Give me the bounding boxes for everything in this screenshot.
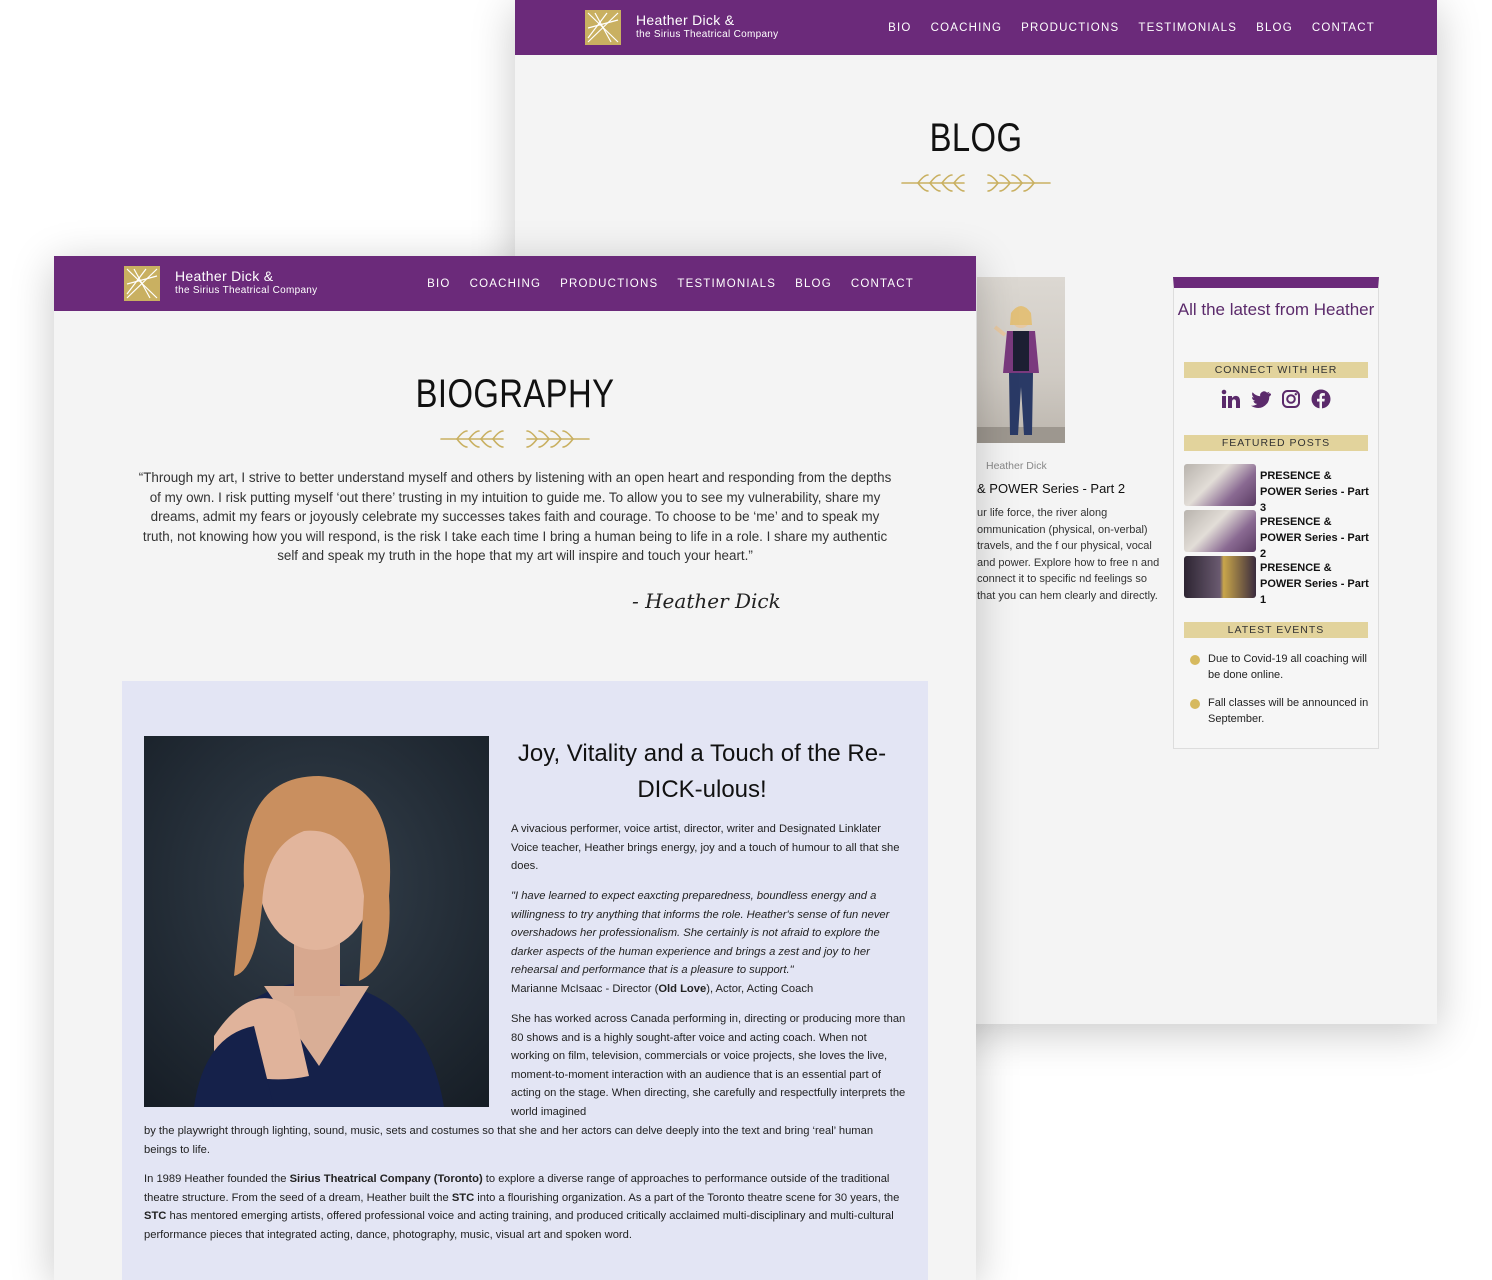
brand-name: Heather Dick & [175,268,274,284]
featured-post-title: PRESENCE & POWER Series - Part 3 [1260,470,1369,514]
facebook-icon[interactable] [1311,389,1331,409]
featured-posts-label: FEATURED POSTS [1184,435,1368,451]
site-brand[interactable]: Heather Dick & the Sirius Theatrical Com… [636,12,778,41]
featured-post-item[interactable]: PRESENCE & POWER Series - Part 2 [1184,510,1374,560]
nav-coaching[interactable]: COACHING [470,278,542,290]
nav-blog[interactable]: BLOG [795,278,832,290]
production-title: Old Love [658,983,707,995]
laurel-divider-icon [901,174,1051,192]
blog-post-excerpt: ur life force, the river along ommunicat… [977,507,1160,602]
blog-post-image[interactable] [977,277,1065,443]
testimonial-author: Marianne McIsaac - Director (Old Love), … [511,980,911,999]
main-nav: BIO COACHING PRODUCTIONS TESTIMONIALS BL… [427,256,914,311]
latest-events-label: LATEST EVENTS [1184,622,1368,638]
featured-post-thumbnail [1184,464,1256,506]
event-text: Due to Covid-19 all coaching will be don… [1208,653,1367,681]
nav-testimonials[interactable]: TESTIMONIALS [677,278,776,290]
nav-contact[interactable]: CONTACT [1312,22,1375,34]
company-abbrev: STC [451,1191,475,1204]
bio-career-paragraph: She has worked across Canada performing … [511,1013,906,1118]
bio-company-text: has mentored emerging artists, offered p… [144,1210,894,1241]
nav-productions[interactable]: PRODUCTIONS [560,278,658,290]
connect-label: CONNECT WITH HER [1184,362,1368,378]
linkedin-icon[interactable] [1221,389,1241,409]
bio-navbar: Heather Dick & the Sirius Theatrical Com… [54,256,976,311]
instagram-icon[interactable] [1281,389,1301,409]
blog-post-title[interactable]: & POWER Series - Part 2 [977,481,1125,496]
featured-post-item[interactable]: PRESENCE & POWER Series - Part 1 [1184,556,1374,606]
twitter-icon[interactable] [1251,389,1271,409]
bio-company-paragraph: In 1989 Heather founded the Sirius Theat… [144,1170,906,1244]
bio-career-paragraph-cont: by the playwright through lighting, soun… [144,1125,874,1156]
testimonial-author-role: ), Actor, Acting Coach [706,983,814,995]
nav-bio[interactable]: BIO [888,22,911,34]
blog-post-caption: Heather Dick [986,460,1047,472]
featured-post-thumbnail [1184,510,1256,552]
page-title: BIOGRAPHY [415,372,615,416]
featured-post-item[interactable]: PRESENCE & POWER Series - Part 3 [1184,464,1374,514]
featured-post-title: PRESENCE & POWER Series - Part 1 [1260,562,1369,606]
nav-testimonials[interactable]: TESTIMONIALS [1138,22,1237,34]
brand-subtitle: the Sirius Theatrical Company [636,29,779,40]
bio-company-text: into a flourishing organization. As a pa… [474,1191,900,1204]
signature: - Heather Dick [632,589,781,613]
nav-productions[interactable]: PRODUCTIONS [1021,22,1119,34]
laurel-divider-icon [440,430,590,448]
nav-contact[interactable]: CONTACT [851,278,914,290]
bio-heading: Joy, Vitality and a Touch of the Re-DICK… [517,740,887,803]
social-links [1174,389,1378,409]
site-logo[interactable] [585,10,621,45]
event-text: Fall classes will be announced in Septem… [1208,697,1369,725]
heart-bullet-icon [1190,655,1200,665]
biography-page-window: Heather Dick & the Sirius Theatrical Com… [54,256,976,1280]
sidebar-title: All the latest from Heather [1177,300,1375,319]
blog-navbar: Heather Dick & the Sirius Theatrical Com… [515,0,1437,55]
blog-sidebar: All the latest from Heather CONNECT WITH… [1173,277,1379,749]
site-logo[interactable] [124,266,160,301]
event-item: Fall classes will be announced in Septem… [1184,695,1374,729]
site-brand[interactable]: Heather Dick & the Sirius Theatrical Com… [175,268,317,297]
company-abbrev: STC [144,1210,167,1223]
portrait-photo [144,736,489,1107]
bio-panel: Joy, Vitality and a Touch of the Re-DICK… [122,681,928,1280]
bio-intro-paragraph: A vivacious performer, voice artist, dir… [511,823,900,873]
testimonial-quote: "I have learned to expect eaxcting prepa… [511,890,890,977]
featured-post-title: PRESENCE & POWER Series - Part 2 [1260,516,1369,560]
brand-subtitle: the Sirius Theatrical Company [175,285,318,296]
nav-bio[interactable]: BIO [427,278,450,290]
heart-bullet-icon [1190,699,1200,709]
page-title: BLOG [929,116,1023,160]
nav-blog[interactable]: BLOG [1256,22,1293,34]
company-name: Sirius Theatrical Company (Toronto) [289,1173,483,1185]
bio-company-text: In 1989 Heather founded the [144,1173,290,1185]
artist-statement-quote: “Through my art, I strive to better unde… [138,470,892,564]
testimonial-author-text: Marianne McIsaac - Director ( [511,983,659,995]
nav-coaching[interactable]: COACHING [931,22,1003,34]
featured-post-thumbnail [1184,556,1256,598]
main-nav: BIO COACHING PRODUCTIONS TESTIMONIALS BL… [888,0,1375,55]
brand-name: Heather Dick & [636,12,735,28]
event-item: Due to Covid-19 all coaching will be don… [1184,651,1374,685]
